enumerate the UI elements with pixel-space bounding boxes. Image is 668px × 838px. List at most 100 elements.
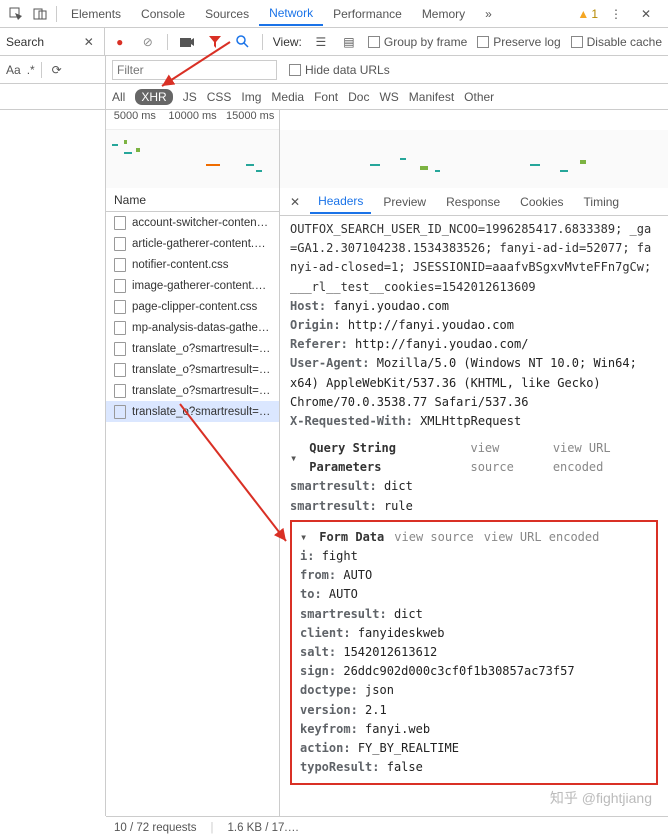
file-icon <box>114 405 126 419</box>
tab-memory[interactable]: Memory <box>412 3 475 25</box>
waterfall-overview[interactable] <box>106 130 279 188</box>
refresh-icon[interactable]: ⟳ <box>48 61 66 79</box>
type-js[interactable]: JS <box>183 90 197 104</box>
search-icon[interactable] <box>234 33 252 51</box>
clear-icon[interactable]: ⊘ <box>139 33 157 51</box>
type-media[interactable]: Media <box>271 90 304 104</box>
file-icon <box>114 258 126 272</box>
request-name: notifier-content.css <box>132 259 229 271</box>
regex-toggle[interactable]: .* <box>27 63 35 77</box>
qsp-view-url-encoded[interactable]: view URL encoded <box>553 439 658 477</box>
dtab-timing[interactable]: Timing <box>576 191 628 213</box>
request-name: image-gatherer-content.… <box>132 280 266 292</box>
close-search-icon[interactable]: ✕ <box>80 33 98 51</box>
status-bar: 10 / 72 requests | 1.6 KB / 17.… <box>106 816 668 838</box>
filter-icon[interactable] <box>206 33 224 51</box>
view-frames-icon[interactable]: ▤ <box>340 33 358 51</box>
request-row[interactable]: translate_o?smartresult=… <box>106 380 279 401</box>
preserve-log-checkbox[interactable]: Preserve log <box>477 35 560 49</box>
inspect-icon[interactable] <box>4 2 28 26</box>
type-all[interactable]: All <box>112 90 125 104</box>
detail-tabs: ✕ Headers Preview Response Cookies Timin… <box>280 188 668 216</box>
dtab-preview[interactable]: Preview <box>375 191 434 213</box>
warning-badge[interactable]: ▲1 <box>577 7 598 21</box>
divider <box>56 6 57 22</box>
query-string-parameters-section[interactable]: Query String Parameters view source view… <box>290 439 658 477</box>
qsp-view-source[interactable]: view source <box>470 439 542 477</box>
match-case-toggle[interactable]: Aa <box>6 63 21 77</box>
network-toolbar: Search ✕ ● ⊘ View: ☰ ▤ Group by frame Pr… <box>0 28 668 56</box>
filter-input[interactable] <box>112 60 277 80</box>
request-name: translate_o?smartresult=… <box>132 343 270 355</box>
close-detail-icon[interactable]: ✕ <box>284 195 306 209</box>
request-name: article-gatherer-content.c… <box>132 238 271 250</box>
record-icon[interactable]: ● <box>111 33 129 51</box>
request-name: translate_o?smartresult=… <box>132 364 270 376</box>
group-by-frame-checkbox[interactable]: Group by frame <box>368 35 467 49</box>
request-row[interactable]: account-switcher-conten… <box>106 212 279 233</box>
divider <box>41 62 42 78</box>
tab-more[interactable]: » <box>475 3 502 25</box>
type-other[interactable]: Other <box>464 90 494 104</box>
tab-performance[interactable]: Performance <box>323 3 412 25</box>
request-row[interactable]: image-gatherer-content.… <box>106 275 279 296</box>
type-ws[interactable]: WS <box>379 90 398 104</box>
file-icon <box>114 321 126 335</box>
type-css[interactable]: CSS <box>207 90 232 104</box>
headers-content[interactable]: OUTFOX_SEARCH_USER_ID_NCOO=1996285417.68… <box>280 216 668 816</box>
request-row[interactable]: translate_o?smartresult=… <box>106 401 279 422</box>
request-name: page-clipper-content.css <box>132 301 257 313</box>
file-icon <box>114 300 126 314</box>
request-row[interactable]: translate_o?smartresult=… <box>106 359 279 380</box>
request-name: translate_o?smartresult=… <box>132 406 270 418</box>
dtab-response[interactable]: Response <box>438 191 508 213</box>
hide-data-urls-checkbox[interactable]: Hide data URLs <box>289 63 390 77</box>
type-font[interactable]: Font <box>314 90 338 104</box>
request-row[interactable]: translate_o?smartresult=… <box>106 338 279 359</box>
request-row[interactable]: notifier-content.css <box>106 254 279 275</box>
file-icon <box>114 342 126 356</box>
waterfall-overview-right[interactable] <box>280 130 668 188</box>
kebab-menu-icon[interactable]: ⋮ <box>604 2 628 26</box>
type-img[interactable]: Img <box>241 90 261 104</box>
view-list-icon[interactable]: ☰ <box>312 33 330 51</box>
filter-row: Aa .* ⟳ Hide data URLs <box>0 56 668 84</box>
search-label: Search <box>6 35 44 49</box>
tab-sources[interactable]: Sources <box>195 3 259 25</box>
tab-console[interactable]: Console <box>131 3 195 25</box>
file-icon <box>114 363 126 377</box>
device-toggle-icon[interactable] <box>28 2 52 26</box>
file-icon <box>114 384 126 398</box>
divider <box>262 34 263 50</box>
request-list: account-switcher-conten… article-gatherer… <box>106 212 279 422</box>
request-name: translate_o?smartresult=… <box>132 385 270 397</box>
request-name: account-switcher-conten… <box>132 217 268 229</box>
search-results-panel <box>0 110 106 816</box>
type-manifest[interactable]: Manifest <box>409 90 454 104</box>
requests-count: 10 / 72 requests <box>114 822 196 834</box>
name-column-header[interactable]: Name <box>106 188 279 212</box>
form-data-section[interactable]: Form Data view source view URL encoded <box>300 528 648 547</box>
dtab-cookies[interactable]: Cookies <box>512 191 571 213</box>
type-doc[interactable]: Doc <box>348 90 369 104</box>
file-icon <box>114 279 126 293</box>
camera-icon[interactable] <box>178 33 196 51</box>
devtools-main-tabs: Elements Console Sources Network Perform… <box>0 0 668 28</box>
dtab-headers[interactable]: Headers <box>310 190 371 214</box>
close-devtools-icon[interactable]: ✕ <box>634 2 658 26</box>
request-detail-panel: . ✕ Headers Preview Response Cookies Tim… <box>280 110 668 816</box>
form-view-source[interactable]: view source <box>394 528 473 547</box>
divider <box>167 34 168 50</box>
tab-network[interactable]: Network <box>259 2 323 26</box>
tab-elements[interactable]: Elements <box>61 3 131 25</box>
view-label: View: <box>273 35 302 49</box>
request-row[interactable]: article-gatherer-content.c… <box>106 233 279 254</box>
form-view-url-encoded[interactable]: view URL encoded <box>484 528 600 547</box>
request-row[interactable]: page-clipper-content.css <box>106 296 279 317</box>
disable-cache-checkbox[interactable]: Disable cache <box>571 35 662 49</box>
file-icon <box>114 216 126 230</box>
type-xhr[interactable]: XHR <box>135 89 172 105</box>
request-row[interactable]: mp-analysis-datas-gathe… <box>106 317 279 338</box>
network-body: 5000 ms 10000 ms 15000 ms Name account-s… <box>0 110 668 816</box>
resource-type-filter: All XHR JS CSS Img Media Font Doc WS Man… <box>0 84 668 110</box>
